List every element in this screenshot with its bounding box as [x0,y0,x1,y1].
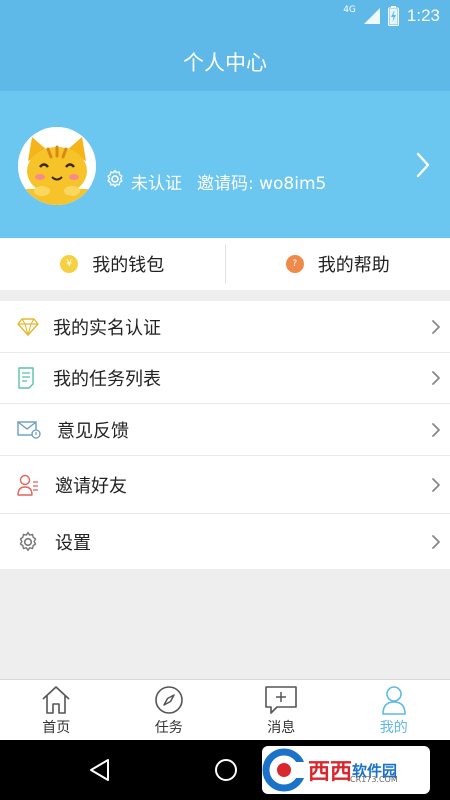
wallet-icon: ¥ [60,255,79,273]
status-bar: 4G 1:23 [0,0,450,33]
tab-label: 消息 [267,720,296,736]
tab-messages[interactable]: 消息 [225,680,338,740]
menu-item-label: 意见反馈 [57,420,129,442]
avatar[interactable] [18,127,96,205]
settings-gear-icon [19,531,37,551]
menu-item-feedback[interactable]: 意见反馈 [0,404,450,456]
menu-list: 我的实名认证 我的任务列表 意见反馈 邀请好友 设置 [0,301,450,569]
help-button[interactable]: ? 我的帮助 [226,238,450,290]
battery-icon [387,6,399,26]
watermark-logo: 西西 软件园 CR173.COM [262,746,430,794]
chevron-right-icon [432,422,440,437]
tab-label: 首页 [42,720,71,736]
bottom-tab-bar: 首页 任务 消息 我的 [0,679,450,740]
tab-label: 我的 [379,720,408,736]
back-icon[interactable] [88,758,112,782]
gear-icon [107,169,123,188]
menu-item-real-name-auth[interactable]: 我的实名认证 [0,301,450,353]
home-circle-icon[interactable] [214,758,238,782]
menu-item-invite-friends[interactable]: 邀请好友 [0,456,450,514]
title-bar: 个人中心 [0,33,450,91]
menu-item-label: 设置 [55,532,91,554]
cat-avatar-icon [18,127,96,205]
wallet-label: 我的钱包 [92,255,165,276]
task-list-icon [18,367,34,389]
wallet-button[interactable]: ¥ 我的钱包 [0,238,225,290]
quick-actions: ¥ 我的钱包 ? 我的帮助 [0,238,450,290]
profile-header[interactable]: 未认证 邀请码: wo8im5 [0,91,450,238]
help-icon: ? [285,255,304,273]
tab-label: 任务 [154,720,183,736]
watermark-sub: CR173.COM [350,775,398,784]
menu-item-label: 我的任务列表 [53,369,161,390]
profile-icon [381,686,406,715]
status-icons: 4G 1:23 [343,5,440,26]
chevron-right-icon [432,477,440,492]
menu-item-label: 邀请好友 [55,475,127,497]
menu-item-settings[interactable]: 设置 [0,514,450,569]
chevron-right-icon [432,534,440,549]
message-icon [265,686,298,714]
help-label: 我的帮助 [317,255,390,276]
network-type: 4G [343,5,356,15]
system-navigation-bar: 西西 软件园 CR173.COM [0,740,450,800]
diamond-icon [17,317,39,336]
invite-user-icon [17,474,38,496]
home-icon [42,686,70,714]
feedback-envelope-icon [17,420,41,439]
compass-icon [154,686,183,714]
verify-status: 未认证 [131,174,182,194]
invite-code: 邀请码: wo8im5 [197,174,327,194]
tab-tasks[interactable]: 任务 [113,680,226,740]
chevron-right-icon [432,319,440,334]
chevron-right-icon[interactable] [415,151,431,179]
page-title: 个人中心 [183,51,267,75]
watermark-c-logo-icon [262,748,306,792]
signal-icon [363,8,380,24]
tab-home[interactable]: 首页 [0,680,113,740]
menu-item-label: 我的实名认证 [53,317,161,339]
clock: 1:23 [406,6,440,25]
menu-item-task-list[interactable]: 我的任务列表 [0,353,450,404]
chevron-right-icon [432,371,440,385]
watermark-text-red: 西西 [308,760,353,785]
tab-mine[interactable]: 我的 [338,680,450,740]
